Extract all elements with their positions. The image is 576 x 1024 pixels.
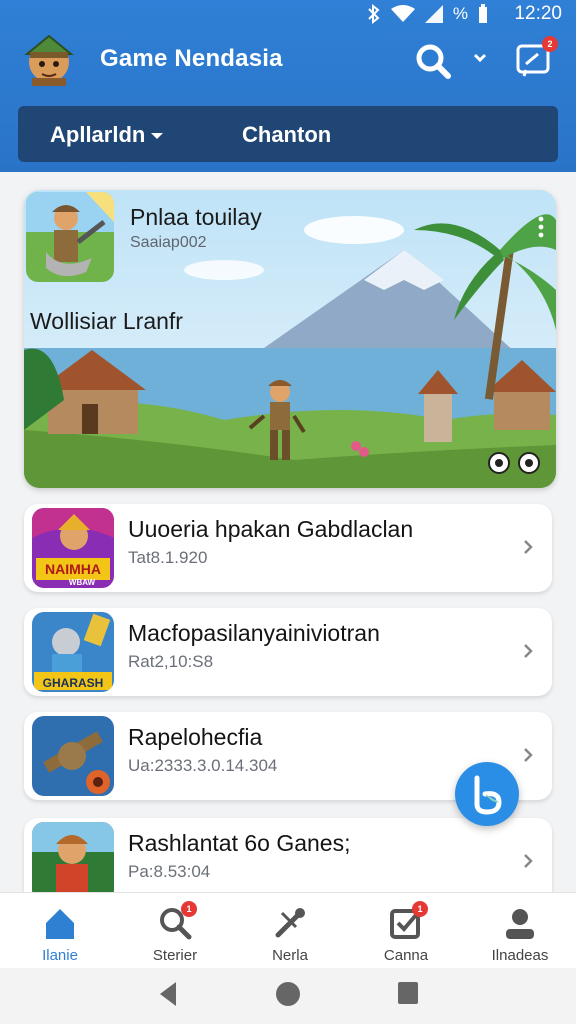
featured-thumbnail: [26, 192, 114, 282]
tab-label: Chanton: [242, 122, 332, 147]
recents-icon[interactable]: [396, 980, 420, 1006]
featured-hero-image: [26, 192, 114, 282]
profile-icon: [502, 905, 538, 941]
item-title: Rashlantat 6o Ganes;: [128, 830, 351, 856]
bluetooth-icon: [368, 4, 380, 24]
featured-section-title: Wollisiar Lranfr: [30, 308, 183, 334]
nav-profile[interactable]: Ilnadeas: [470, 901, 570, 965]
item-title: Uuoeria hpakan Gabdlaclan: [128, 516, 414, 542]
battery-percent: %: [452, 4, 468, 23]
status-icons: %: [367, 4, 488, 24]
wifi-icon: [390, 5, 415, 22]
item-subtitle: Rat2,10:S8: [128, 652, 214, 671]
item-title: Macfopasilanyainiviotran: [128, 620, 380, 646]
app-logo-icon: [24, 34, 74, 86]
search-button[interactable]: [414, 42, 454, 82]
search-options-button[interactable]: [470, 48, 490, 68]
tab-applications[interactable]: Apllarldn: [50, 122, 164, 148]
search-icon: [416, 44, 451, 79]
chevron-right-icon: [524, 540, 533, 554]
status-time: 12:20: [514, 3, 562, 24]
item-subtitle: Ua:2333.3.0.14.304: [128, 756, 278, 775]
app-header: % 12:20 Game Nendasia 2 Apllarldn Chanto…: [0, 0, 576, 172]
game-icon: [32, 822, 114, 902]
item-subtitle: Tat8.1.920: [128, 548, 208, 567]
floating-action-button[interactable]: [455, 762, 519, 826]
nav-search[interactable]: 1 Sterier: [125, 901, 225, 965]
featured-subtitle: Saaiap002: [130, 234, 207, 251]
home-icon: [42, 905, 78, 941]
nav-home[interactable]: Ilanie: [10, 901, 110, 965]
game-icon-text: NAIMHA: [45, 561, 101, 577]
carousel-dot-icon[interactable]: [488, 452, 510, 474]
checkbox-icon: 1: [388, 901, 428, 941]
tab-label: Apllarldn: [50, 122, 146, 147]
game-icon-text: GHARASH: [43, 676, 104, 690]
nav-label: Canna: [383, 947, 429, 964]
featured-title: Pnlaa touilay: [130, 204, 262, 230]
battery-icon: [479, 4, 487, 23]
leaf-icon: [474, 775, 502, 815]
tools-icon: [272, 905, 308, 941]
chevron-right-icon: [524, 644, 533, 658]
item-title: Rapelohecfia: [128, 724, 263, 750]
caret-down-icon: [151, 133, 164, 140]
nav-label: Sterier: [152, 947, 198, 964]
messages-button[interactable]: 2: [514, 36, 558, 80]
game-icon: [32, 716, 114, 796]
featured-controls: [488, 452, 540, 474]
item-subtitle: Pa:8.53:04: [128, 862, 211, 881]
tab-bar: Apllarldn Chanton: [18, 106, 558, 162]
bottom-navigation: Ilanie 1 Sterier Nerla 1 Canna Ilnadeas: [0, 892, 576, 968]
home-circle-icon[interactable]: [274, 980, 302, 1008]
nav-canna[interactable]: 1 Canna: [356, 901, 456, 965]
status-bar: % 12:20: [0, 0, 576, 30]
chevron-down-icon: [473, 53, 487, 63]
chevron-right-icon: [524, 854, 533, 868]
nav-tools[interactable]: Nerla: [240, 901, 340, 965]
list-item[interactable]: GHARASH Macfopasilanyainiviotran Rat2,10…: [24, 608, 552, 696]
app-bar: Game Nendasia 2: [0, 32, 576, 94]
nav-badge: 1: [181, 901, 197, 917]
nav-label: Ilanie: [42, 947, 78, 964]
back-icon[interactable]: [156, 980, 180, 1008]
nav-badge: 1: [412, 901, 428, 917]
tab-chanton[interactable]: Chanton: [242, 122, 331, 148]
more-options-icon[interactable]: [538, 216, 544, 238]
game-icon: NAIMHA WBAW: [32, 508, 114, 588]
featured-card[interactable]: Pnlaa touilay Saaiap002 Wollisiar Lranfr: [24, 190, 556, 488]
signal-icon: [424, 5, 443, 23]
system-navigation-bar: [0, 968, 576, 1024]
messages-badge: 2: [542, 36, 558, 52]
nav-label: Nerla: [272, 947, 308, 964]
search-icon: 1: [157, 901, 197, 941]
carousel-dot-icon[interactable]: [518, 452, 540, 474]
app-title: Game Nendasia: [100, 45, 283, 72]
list-item[interactable]: NAIMHA WBAW Uuoeria hpakan Gabdlaclan Ta…: [24, 504, 552, 592]
game-icon: GHARASH: [32, 612, 114, 692]
game-icon-subtext: WBAW: [69, 578, 96, 587]
nav-label: Ilnadeas: [491, 947, 549, 964]
chevron-right-icon: [524, 748, 533, 762]
